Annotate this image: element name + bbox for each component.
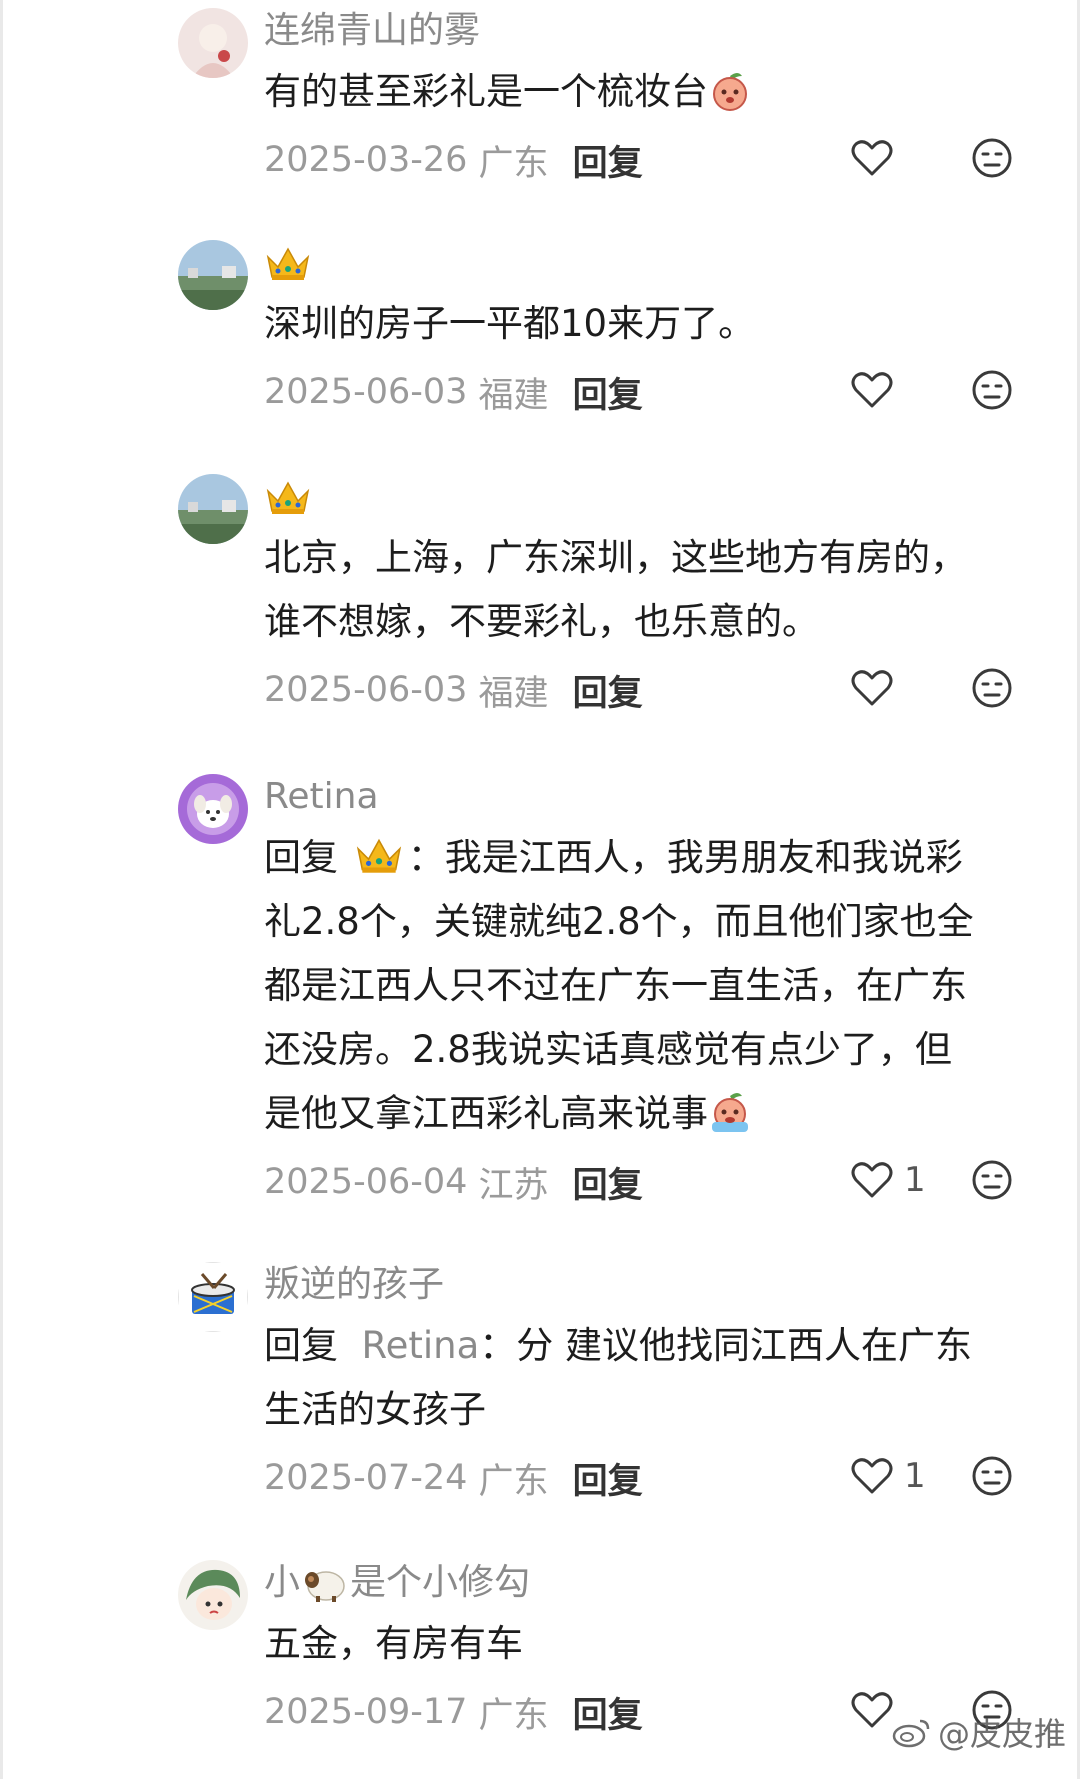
crown-icon [266,247,310,280]
peach-crying-emoji-icon [712,1093,748,1132]
comment-meta: 2025-07-24 广东 回复 1 [264,1452,1044,1504]
like-button[interactable] [850,668,904,708]
like-button[interactable] [850,138,904,178]
avatar[interactable] [178,474,248,544]
username[interactable] [264,474,1044,520]
reply-button[interactable]: 回复 [573,135,643,186]
avatar[interactable] [178,774,248,844]
comment-text-line: 礼2.8个，关键就纯2.8个，而且他们家也全 [264,900,974,943]
comment-location: 福建 [478,673,549,714]
comment-text: 深圳的房子一平都10来万了。 [264,302,756,345]
avatar[interactable] [178,1560,248,1630]
reply-button[interactable]: 回复 [573,367,643,418]
reply-target-username[interactable]: Retina [362,1324,480,1367]
comment-meta: 2025-06-04 江苏 回复 1 [264,1156,1044,1208]
reply-colon: ： [479,1324,517,1367]
comment-location: 福建 [478,375,549,416]
comment-date: 2025-07-24 [264,1458,468,1498]
username-text: 小 [264,1562,301,1603]
reply-button[interactable]: 回复 [573,1687,643,1738]
comment-date: 2025-06-03 [264,372,468,412]
comment-text: 回复 Retina：分 建议他找同江西人在广东 生活的女孩子 [264,1314,1044,1442]
reply-prefix: 回复 [264,836,338,879]
comment-location: 广东 [478,1461,549,1502]
reply-colon: ： [407,836,445,879]
comment-text-content: 有的甚至彩礼是一个梳妆台 [264,70,708,113]
comment-meta: 2025-06-03 福建 回复 [264,664,1044,716]
comment-text-content: 分 建议他找同江西人在广东 [516,1324,973,1367]
dislike-face-icon[interactable] [970,1158,1014,1202]
username[interactable] [264,240,1044,286]
comment-text-content: 是他又拿江西彩礼高来说事 [264,1092,708,1135]
dislike-face-icon[interactable] [970,666,1014,710]
reply-button[interactable]: 回复 [573,1453,643,1504]
username[interactable]: Retina [264,774,1044,820]
dislike-face-icon[interactable] [970,1454,1014,1498]
watermark-text: @皮皮推 [937,1715,1066,1753]
comment-text-line: 谁不想嫁，不要彩礼，也乐意的。 [264,600,819,643]
comment-text-line: 北京，上海，广东深圳，这些地方有房的， [264,536,967,579]
screen-edge-left [0,0,3,1779]
comment-text: 北京，上海，广东深圳，这些地方有房的， 谁不想嫁，不要彩礼，也乐意的。 [264,526,1044,654]
comment-text: 回复 ：我是江西人，我男朋友和我说彩 礼2.8个，关键就纯2.8个，而且他们家也… [264,826,1044,1146]
like-button[interactable]: 1 [850,1160,926,1200]
comment-text-line: 还没房。2.8我说实话真感觉有点少了，但 [264,1028,952,1071]
like-count: 1 [904,1160,926,1200]
comment-text-line: 回复 Retina：分 建议他找同江西人在广东 [264,1314,1044,1378]
username-text: 是个小修勾 [350,1562,531,1603]
like-button[interactable] [850,370,904,410]
avatar[interactable] [178,240,248,310]
crown-icon [356,838,401,873]
like-count: 1 [904,1456,926,1496]
comment-text-line: 是他又拿江西彩礼高来说事 [264,1082,1044,1146]
like-button[interactable]: 1 [850,1456,926,1496]
comment-text: 五金，有房有车 [264,1622,523,1665]
comment-date: 2025-03-26 [264,140,468,180]
comment-text-content: 我是江西人，我男朋友和我说彩 [444,836,963,879]
username[interactable]: 小 是个小修勾 [264,1560,1044,1606]
dislike-face-icon[interactable] [970,136,1014,180]
heart-outline-icon [851,670,893,706]
avatar[interactable] [178,1262,248,1332]
comment-location: 江苏 [478,1165,549,1206]
comment-location: 广东 [478,1695,549,1736]
avatar[interactable] [178,8,248,78]
crown-icon [266,481,310,514]
weibo-logo-icon [892,1719,930,1748]
comment-text-line: 都是江西人只不过在广东一直生活，在广东 [264,964,967,1007]
comment-meta: 2025-06-03 福建 回复 [264,366,1044,418]
watermark: @皮皮推 [892,1709,1066,1755]
comment-location: 广东 [478,143,549,184]
heart-outline-icon [851,1692,893,1728]
comment-date: 2025-06-04 [264,1162,468,1202]
username[interactable]: 叛逆的孩子 [264,1262,1044,1308]
heart-outline-icon [851,1162,893,1198]
reply-button[interactable]: 回复 [573,665,643,716]
reply-prefix: 回复 [264,1324,338,1367]
comment-text-line: 回复 ：我是江西人，我男朋友和我说彩 [264,826,1044,890]
comment-meta: 2025-03-26 广东 回复 [264,134,1044,186]
username[interactable]: 连绵青山的雾 [264,8,1044,54]
comment-text: 有的甚至彩礼是一个梳妆台 [264,60,1044,124]
heart-outline-icon [851,140,893,176]
heart-outline-icon [851,1458,893,1494]
peach-emoji-icon [713,73,747,111]
comment-date: 2025-06-03 [264,670,468,710]
comment-date: 2025-09-17 [264,1692,468,1732]
sheep-emoji-icon [305,1571,345,1602]
reply-button[interactable]: 回复 [573,1157,643,1208]
heart-outline-icon [851,372,893,408]
dislike-face-icon[interactable] [970,368,1014,412]
comment-text-line: 生活的女孩子 [264,1388,486,1431]
